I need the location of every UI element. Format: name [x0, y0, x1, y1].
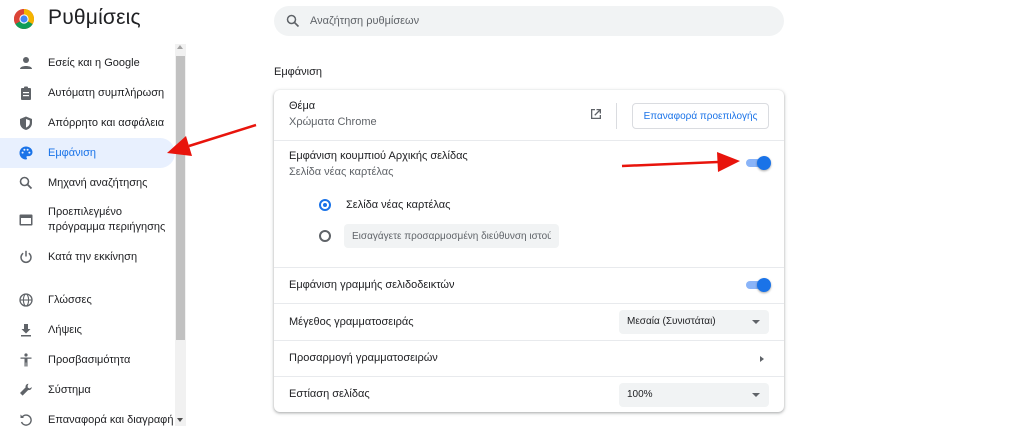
sidebar-item-languages[interactable]: Γλώσσες — [0, 285, 175, 315]
sidebar-item-label: Λήψεις — [48, 323, 82, 336]
person-icon — [18, 55, 34, 71]
sidebar-item-downloads[interactable]: Λήψεις — [0, 315, 175, 345]
clipboard-icon — [18, 85, 34, 101]
page-zoom-value: 100% — [627, 389, 653, 400]
shield-icon — [18, 115, 34, 131]
sidebar-item-reset[interactable]: Επαναφορά και διαγραφή — [0, 405, 175, 426]
sidebar-item-label: Εμφάνιση — [48, 146, 97, 159]
sidebar-item-label: Προσβασιμότητα — [48, 353, 131, 366]
divider — [274, 140, 784, 141]
radio-new-tab-label: Σελίδα νέας καρτέλας — [346, 199, 451, 211]
section-title-appearance: Εμφάνιση — [274, 66, 323, 78]
divider — [274, 267, 784, 268]
sidebar-item-autofill[interactable]: Αυτόματη συμπλήρωση — [0, 78, 175, 108]
dropdown-caret-icon — [752, 393, 760, 397]
home-button-subtitle: Σελίδα νέας καρτέλας — [289, 166, 394, 178]
bookmarks-bar-toggle[interactable] — [746, 278, 771, 292]
search-icon — [286, 14, 300, 28]
scroll-down-arrow-icon[interactable] — [177, 418, 183, 422]
sidebar-item-system[interactable]: Σύστημα — [0, 375, 175, 405]
font-size-title: Μέγεθος γραμματοσειράς — [289, 316, 414, 328]
reset-icon — [18, 412, 34, 426]
open-in-new-icon[interactable] — [590, 108, 602, 120]
bookmarks-bar-title: Εμφάνιση γραμμής σελιδοδεικτών — [289, 279, 455, 291]
toggle-knob — [757, 278, 771, 292]
home-button-title: Εμφάνιση κουμπιού Αρχικής σελίδας — [289, 150, 468, 162]
search-box[interactable] — [274, 6, 784, 36]
sidebar-item-search-engine[interactable]: Μηχανή αναζήτησης — [0, 168, 175, 198]
sidebar-item-label: Κατά την εκκίνηση — [48, 250, 138, 263]
sidebar-item-label: Απόρρητο και ασφάλεια — [48, 116, 165, 129]
sidebar-item-label: Αυτόματη συμπλήρωση — [48, 86, 165, 99]
page-zoom-title: Εστίαση σελίδας — [289, 388, 370, 400]
appearance-card: Θέμα Χρώματα Chrome Επαναφορά προεπιλογή… — [274, 90, 784, 412]
sidebar-item-label: Γλώσσες — [48, 293, 92, 306]
divider — [274, 376, 784, 377]
sidebar-item-label: Εσείς και η Google — [48, 56, 140, 69]
theme-title: Θέμα — [289, 100, 316, 112]
sidebar-item-default-browser[interactable]: Προεπιλεγμένο πρόγραμμα περιήγησης — [0, 198, 175, 242]
radio-new-tab[interactable] — [319, 199, 331, 211]
sidebar-item-label: Μηχανή αναζήτησης — [48, 176, 148, 189]
sidebar-item-label: Επαναφορά και διαγραφή — [48, 413, 174, 426]
theme-subtitle: Χρώματα Chrome — [289, 116, 377, 128]
sidebar-item-you-and-google[interactable]: Εσείς και η Google — [0, 48, 175, 78]
divider — [274, 303, 784, 304]
sidebar-item-on-startup[interactable]: Κατά την εκκίνηση — [0, 242, 175, 272]
palette-icon — [18, 145, 34, 161]
divider — [274, 340, 784, 341]
reset-theme-button[interactable]: Επαναφορά προεπιλογής — [632, 103, 769, 129]
chrome-logo-icon — [14, 9, 34, 29]
sidebar: Εσείς και η Google Αυτόματη συμπλήρωση Α… — [0, 44, 186, 426]
radio-custom-url[interactable] — [319, 230, 331, 242]
scroll-up-arrow-icon[interactable] — [177, 45, 183, 49]
page-zoom-select[interactable]: 100% — [619, 383, 769, 407]
globe-icon — [18, 292, 34, 308]
divider — [616, 103, 617, 129]
search-input[interactable] — [310, 6, 770, 36]
sidebar-item-accessibility[interactable]: Προσβασιμότητα — [0, 345, 175, 375]
custom-url-input[interactable] — [344, 224, 559, 248]
home-button-toggle[interactable] — [746, 156, 771, 170]
customize-fonts-title[interactable]: Προσαρμογή γραμματοσειρών — [289, 352, 438, 364]
wrench-icon — [18, 382, 34, 398]
sidebar-item-privacy[interactable]: Απόρρητο και ασφάλεια — [0, 108, 175, 138]
browser-icon — [18, 212, 34, 228]
dropdown-caret-icon — [752, 320, 760, 324]
sidebar-scrollbar-thumb[interactable] — [176, 56, 185, 340]
font-size-select[interactable]: Μεσαία (Συνιστάται) — [619, 310, 769, 334]
sidebar-item-appearance[interactable]: Εμφάνιση — [0, 138, 175, 168]
chevron-right-icon[interactable] — [760, 356, 764, 362]
download-icon — [18, 322, 34, 338]
sidebar-item-label: Σύστημα — [48, 383, 91, 396]
page-title: Ρυθμίσεις — [48, 6, 141, 29]
toggle-knob — [757, 156, 771, 170]
font-size-value: Μεσαία (Συνιστάται) — [627, 316, 716, 327]
power-icon — [18, 249, 34, 265]
sidebar-item-label: Προεπιλεγμένο πρόγραμμα περιήγησης — [48, 206, 166, 233]
accessibility-icon — [18, 352, 34, 368]
search-icon — [18, 175, 34, 191]
